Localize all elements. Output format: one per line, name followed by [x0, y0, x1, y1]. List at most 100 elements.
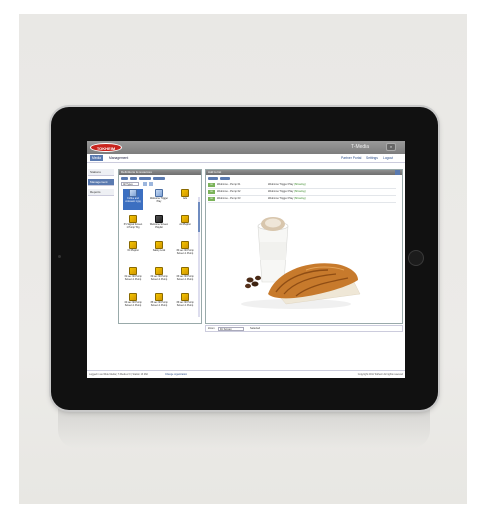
brand-logo: TOKHEIM	[90, 143, 122, 152]
library-tile-label: 31 sec 30 Pump Screen 1 Pump	[124, 275, 142, 281]
row-trigger: Welcome Trigger Play	[268, 183, 294, 186]
library-tile[interactable]: Ads	[175, 189, 195, 210]
library-tile[interactable]: 35 sec 30 Pump Screen 1 Pump	[149, 293, 169, 314]
assign-button-remove[interactable]	[220, 177, 230, 180]
library-tile[interactable]: 32 sec 30 Pump Screen 1 Pump	[149, 267, 169, 288]
tab-management[interactable]: Management	[109, 155, 128, 161]
folder-icon	[129, 215, 137, 223]
row-trigger: Welcome Trigger Play	[268, 190, 294, 193]
folder-icon	[181, 215, 189, 223]
tablet-reflection	[58, 408, 430, 448]
table-row[interactable]: OK Welcome - Pump 01 Welcome Trigger Pla…	[208, 182, 396, 189]
row-name: Welcome - Pump 02	[217, 190, 241, 193]
library-tile-label: 32 sec 30 Pump Screen 1 Pump	[150, 275, 168, 281]
row-trigger: Welcome Trigger Play	[268, 197, 294, 200]
status-badge: OK	[208, 190, 215, 194]
library-tile-label: Oil Playlist	[127, 249, 139, 252]
view-list-icon[interactable]	[149, 182, 153, 186]
view-grid-icon[interactable]	[143, 182, 147, 186]
folder-icon	[181, 189, 189, 197]
table-row[interactable]: OK Welcome - Pump 02 Welcome Trigger Pla…	[208, 189, 396, 196]
status-badge: OK	[208, 197, 215, 201]
preview-image	[241, 217, 361, 309]
library-panel: Definitions & resources All Types Coffee…	[118, 169, 202, 324]
library-tile[interactable]: Ad Playlist	[175, 215, 195, 236]
left-item-reports[interactable]: Reports	[88, 189, 114, 196]
table-row[interactable]: OK Welcome - Pump 03 Welcome Trigger Pla…	[208, 196, 396, 203]
app-title: T-Media	[351, 144, 370, 150]
footer-link[interactable]: Change organization	[165, 371, 187, 378]
folder-icon	[155, 267, 163, 275]
library-tile-label: 33 sec 30 Pump Screen 1 Pump	[176, 275, 194, 281]
library-tile[interactable]: Safety Lock	[149, 241, 169, 262]
tab-media[interactable]: Media	[90, 155, 103, 161]
library-tile[interactable]: Oil Playlist	[123, 241, 143, 262]
close-button[interactable]: ×	[386, 143, 396, 151]
library-tile[interactable]: 31 sec 30 Pump Screen 1 Pump	[123, 267, 143, 288]
library-tile-label: 34 sec 30 Pump Screen 1 Pump	[124, 301, 142, 307]
folder-icon	[181, 241, 189, 249]
expand-icon[interactable]	[395, 170, 400, 175]
folder-icon	[155, 241, 163, 249]
library-tile-label: Ads	[182, 197, 188, 200]
library-tile[interactable]: Welcome Screen Playlist	[149, 215, 169, 236]
home-button[interactable]	[408, 250, 424, 266]
folder-icon	[129, 293, 137, 301]
row-name: Welcome - Pump 03	[217, 197, 241, 200]
library-tile-label: Welcome Screen Playlist	[149, 223, 169, 229]
zoom-select[interactable]: Fit Screen	[218, 327, 244, 331]
library-tile[interactable]: Welcome Trigger Play	[149, 189, 169, 210]
library-button-delete[interactable]	[153, 177, 165, 180]
zoom-label: Zoom	[208, 327, 215, 330]
library-tile-label: 36 sec 30 Pump Screen 1 Pump	[176, 301, 194, 307]
library-button-upload[interactable]	[139, 177, 151, 180]
left-menu: Stations Management Reports	[87, 163, 115, 363]
footer-right: Copyright 2011 Tokheim All rights reserv…	[357, 373, 403, 376]
library-tile[interactable]: 30 sec 30 Pump Screen 1 Pump	[175, 241, 195, 262]
left-item-stations[interactable]: Stations	[88, 169, 114, 176]
main-nav: Media Management Partner Portal Settings…	[87, 154, 405, 163]
left-item-management[interactable]: Management	[88, 179, 114, 186]
image-icon	[129, 189, 137, 197]
selected-label: Selected	[250, 327, 261, 330]
library-button-new[interactable]	[121, 177, 128, 180]
library-tile[interactable]: 34 sec 30 Pump Screen 1 Pump	[123, 293, 143, 314]
assign-panel-title: Add to list	[206, 170, 402, 175]
nav-link-settings[interactable]: Settings	[366, 155, 378, 161]
library-tile[interactable]: 36 sec 30 Pump Screen 1 Pump	[175, 293, 195, 314]
library-tile-label: 30 sec 30 Pump Screen 1 Pump	[176, 249, 194, 255]
library-tile[interactable]: Coffee and croissant 1.jpg	[123, 189, 143, 210]
nav-link-partner-portal[interactable]: Partner Portal	[341, 155, 361, 161]
nav-link-logout[interactable]: Logout	[383, 155, 393, 161]
library-tile-label: Ad Playlist	[179, 223, 191, 226]
folder-icon	[181, 267, 189, 275]
library-tile-label: P1 Signal Screen 1 Pump Trig	[123, 223, 143, 229]
library-panel-title: Definitions & resources	[119, 170, 201, 175]
zoom-bar: Zoom Fit Screen Selected	[205, 325, 403, 332]
camera-icon	[58, 255, 61, 258]
folder-icon	[129, 241, 137, 249]
folder-icon	[129, 267, 137, 275]
library-tile[interactable]: P1 Signal Screen 1 Pump Trig	[123, 215, 143, 236]
image-icon	[155, 189, 163, 197]
assign-button-add[interactable]	[208, 177, 218, 180]
library-tile-label: 35 sec 30 Pump Screen 1 Pump	[150, 301, 168, 307]
row-state: (Showing)	[294, 190, 306, 193]
folder-icon	[155, 293, 163, 301]
library-tile-label: Coffee and croissant 1.jpg	[125, 197, 141, 203]
library-tile-label: Safety Lock	[152, 249, 166, 252]
app-header: TOKHEIM T-Media ×	[87, 141, 405, 154]
library-scroll-thumb[interactable]	[198, 202, 200, 232]
library-button-edit[interactable]	[130, 177, 137, 180]
folder-icon	[181, 293, 189, 301]
footer: Logged in as Wide Media | T-Media 2.0 | …	[87, 370, 405, 378]
row-state: (Showing)	[294, 183, 306, 186]
library-scrollbar[interactable]	[198, 197, 200, 317]
row-name: Welcome - Pump 01	[217, 183, 241, 186]
library-tile[interactable]: 33 sec 30 Pump Screen 1 Pump	[175, 267, 195, 288]
row-state: (Showing)	[294, 197, 306, 200]
footer-left: Logged in as Wide Media | T-Media 2.0 | …	[89, 373, 148, 376]
library-tile-label: Welcome Trigger Play	[149, 197, 169, 203]
type-filter-select[interactable]: All Types	[121, 182, 139, 186]
status-badge: OK	[208, 183, 215, 187]
